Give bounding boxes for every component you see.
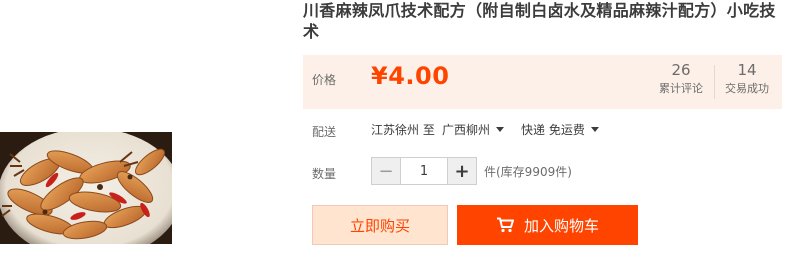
- ship-to-value: 广西柳州: [442, 123, 491, 137]
- buy-now-button[interactable]: 立即购买: [312, 205, 448, 245]
- quantity-increase-button[interactable]: +: [448, 158, 476, 184]
- product-detail-page: 川香麻辣凤爪技术配方（附自制白卤水及精品麻辣汁配方）小吃技术 价格 ¥4.00 …: [0, 0, 788, 267]
- add-to-cart-button[interactable]: 加入购物车: [457, 205, 638, 245]
- shipping-method-selector[interactable]: 快递 免运费: [521, 121, 599, 138]
- reviews-count: 26: [671, 61, 691, 79]
- ship-from-location: 江苏徐州 至: [371, 123, 435, 137]
- buy-now-label: 立即购买: [349, 216, 410, 235]
- trades-label: 交易成功: [725, 82, 769, 95]
- shipping-method-value: 快递 免运费: [521, 123, 585, 137]
- chevron-down-icon: [590, 127, 599, 132]
- quantity-decrease-button[interactable]: −: [372, 158, 400, 184]
- reviews-label: 累计评论: [659, 82, 703, 95]
- stock-info: 件(库存9909件): [484, 165, 572, 179]
- quantity-input[interactable]: [400, 158, 448, 184]
- quantity-stepper: − +: [371, 157, 477, 185]
- add-to-cart-label: 加入购物车: [523, 216, 599, 235]
- trades-count: 14: [737, 61, 757, 79]
- shipping-label: 配送: [312, 125, 337, 139]
- chevron-down-icon: [496, 127, 505, 132]
- product-title: 川香麻辣凤爪技术配方（附自制白卤水及精品麻辣汁配方）小吃技术: [303, 1, 776, 41]
- product-image[interactable]: [0, 132, 172, 244]
- price-value: ¥4.00: [371, 62, 450, 90]
- quantity-label: 数量: [312, 167, 337, 181]
- ship-to-selector[interactable]: 广西柳州: [442, 121, 505, 138]
- price-panel: 价格 ¥4.00 26 累计评论 14 交易成功: [303, 55, 782, 109]
- price-label: 价格: [312, 73, 337, 87]
- reviews-stat[interactable]: 26 累计评论: [649, 61, 713, 97]
- trades-stat[interactable]: 14 交易成功: [715, 61, 779, 97]
- shopping-cart-icon: [496, 217, 514, 233]
